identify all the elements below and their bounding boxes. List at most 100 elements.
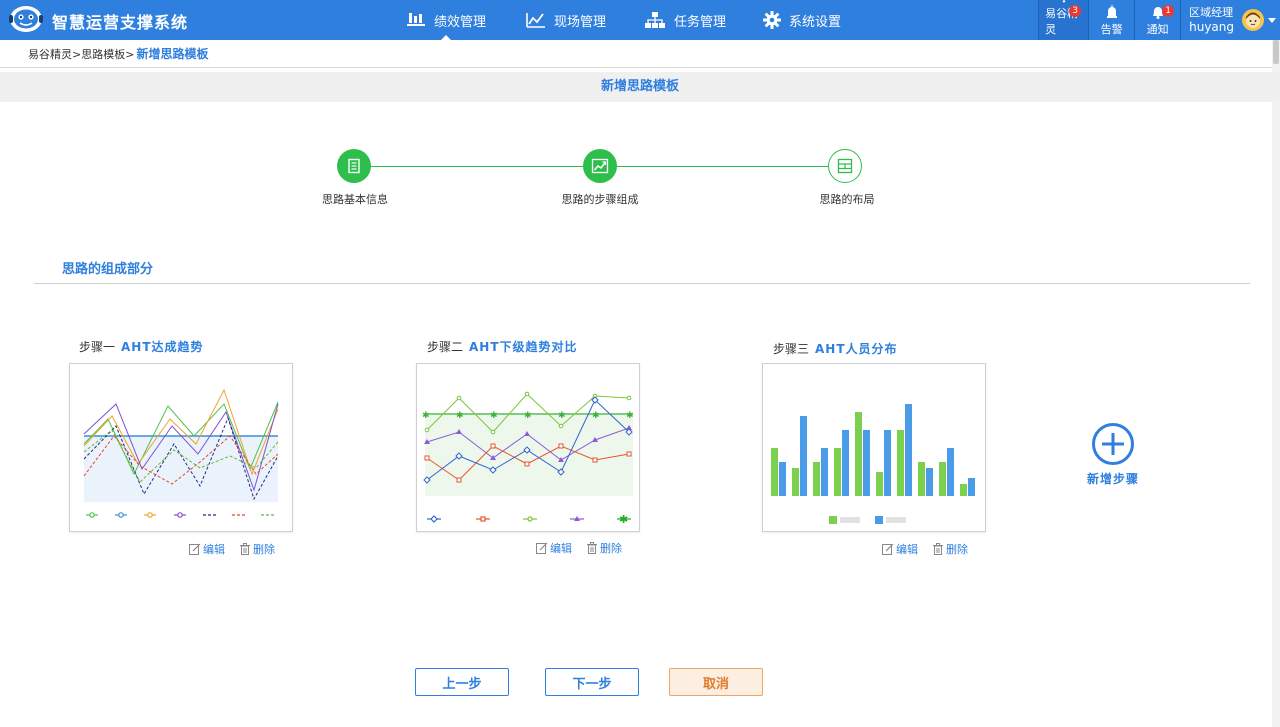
step-name: AHT人员分布 bbox=[815, 342, 898, 356]
svg-text:✱: ✱ bbox=[558, 411, 566, 421]
prev-button[interactable]: 上一步 bbox=[415, 668, 509, 696]
page-title: 新增思路模板 bbox=[0, 72, 1280, 102]
layout-icon bbox=[837, 158, 853, 174]
step-card-title: 步骤三 AHT人员分布 bbox=[773, 340, 898, 357]
edit-icon bbox=[189, 543, 201, 555]
nav-settings[interactable]: 系统设置 bbox=[763, 0, 841, 40]
bar-chart-thumbnail-icon bbox=[771, 404, 975, 524]
chat-icon bbox=[1062, 0, 1065, 3]
user-role: 区域经理 bbox=[1189, 6, 1234, 19]
step-card-title: 步骤二 AHT下级趋势对比 bbox=[427, 338, 578, 355]
chart-icon bbox=[526, 13, 545, 28]
trend-icon bbox=[591, 158, 609, 174]
line-chart-thumbnail-icon bbox=[83, 388, 279, 518]
step-card-title: 步骤一 AHT达成趋势 bbox=[79, 338, 204, 355]
step-card-actions: 编辑 删除 bbox=[536, 540, 622, 556]
step-name: AHT下级趋势对比 bbox=[469, 340, 578, 354]
tool-notify-label: 通知 bbox=[1146, 23, 1169, 36]
plus-circle-icon bbox=[1092, 423, 1134, 465]
trash-icon bbox=[933, 543, 943, 555]
section-title: 思路的组成部分 bbox=[62, 262, 154, 277]
step-card-thumbnail[interactable] bbox=[762, 363, 986, 532]
svg-text:✱: ✱ bbox=[592, 411, 600, 421]
svg-text:✱: ✱ bbox=[626, 411, 634, 421]
edit-icon bbox=[882, 543, 894, 555]
svg-text:✱: ✱ bbox=[619, 513, 628, 526]
cancel-button[interactable]: 取消 bbox=[669, 668, 763, 696]
next-button[interactable]: 下一步 bbox=[545, 668, 639, 696]
nav-tasks-label: 任务管理 bbox=[674, 14, 727, 30]
delete-label: 删除 bbox=[600, 542, 622, 555]
step-number: 步骤二 bbox=[427, 340, 464, 354]
step-card-thumbnail[interactable]: ✱ ✱ ✱ ✱ ✱ ✱ ✱ ✱ bbox=[416, 363, 640, 532]
trash-icon bbox=[240, 543, 250, 555]
step-number: 步骤三 bbox=[773, 342, 810, 356]
nav-settings-label: 系统设置 bbox=[789, 14, 842, 30]
performance-icon bbox=[407, 13, 425, 26]
tool-alarm-label: 告警 bbox=[1100, 23, 1123, 36]
step-name: AHT达成趋势 bbox=[121, 340, 204, 354]
breadcrumb-path[interactable]: 易谷精灵>思路模板> bbox=[28, 46, 134, 62]
step-basic-info bbox=[337, 149, 371, 183]
alarm-icon bbox=[1106, 5, 1117, 18]
multi-line-chart-thumbnail-icon: ✱ ✱ ✱ ✱ ✱ ✱ ✱ ✱ bbox=[422, 391, 634, 526]
nav-onsite[interactable]: 现场管理 bbox=[526, 0, 606, 40]
header-tools: 3 易谷精灵 告警 1 通知 区域经理 huyang bbox=[1038, 0, 1280, 40]
breadcrumb: 易谷精灵>思路模板> 新增思路模板 bbox=[0, 40, 1272, 68]
scrollbar-thumb[interactable] bbox=[1273, 40, 1279, 64]
wizard-stepper: 思路基本信息 思路的步骤组成 思路的布局 bbox=[0, 148, 1280, 218]
breadcrumb-current: 新增思路模板 bbox=[136, 47, 209, 61]
gear-icon bbox=[763, 11, 781, 29]
app-title: 智慧运营支撑系统 bbox=[52, 13, 189, 32]
edit-button[interactable]: 编辑 bbox=[536, 540, 572, 556]
user-name: huyang bbox=[1189, 20, 1234, 34]
top-bar: 智慧运营支撑系统 智慧运营支撑系统 绩效管理 现场管理 任务管理 系统设置 bbox=[0, 0, 1280, 40]
add-step-label: 新增步骤 bbox=[1086, 472, 1139, 486]
edit-label: 编辑 bbox=[203, 543, 225, 556]
nav-performance[interactable]: 绩效管理 bbox=[406, 0, 486, 40]
add-step-button[interactable]: 新增步骤 bbox=[1084, 422, 1142, 487]
edit-button[interactable]: 编辑 bbox=[882, 541, 918, 557]
trash-icon bbox=[587, 542, 597, 554]
stepper-connector bbox=[354, 166, 600, 167]
tool-notify[interactable]: 1 通知 bbox=[1134, 0, 1180, 40]
svg-text:✱: ✱ bbox=[456, 411, 464, 421]
assistant-badge: 3 bbox=[1069, 5, 1082, 17]
edit-label: 编辑 bbox=[896, 543, 918, 556]
chevron-down-icon[interactable] bbox=[1268, 17, 1276, 23]
edit-button[interactable]: 编辑 bbox=[189, 541, 225, 557]
step-card-actions: 编辑 删除 bbox=[882, 541, 968, 557]
step-composition-label: 思路的步骤组成 bbox=[561, 193, 639, 206]
nav-tasks[interactable]: 任务管理 bbox=[644, 0, 726, 40]
scrollbar[interactable] bbox=[1272, 40, 1280, 727]
step-card-thumbnail[interactable] bbox=[69, 363, 293, 532]
app-title-reflection: 智慧运营支撑系统 bbox=[52, 22, 188, 26]
delete-button[interactable]: 删除 bbox=[932, 541, 968, 557]
svg-text:✱: ✱ bbox=[422, 411, 430, 421]
nav-onsite-label: 现场管理 bbox=[554, 14, 607, 30]
step-layout-label: 思路的布局 bbox=[819, 193, 875, 206]
notify-badge: 1 bbox=[1162, 5, 1175, 17]
delete-label: 删除 bbox=[253, 543, 275, 556]
avatar bbox=[1242, 9, 1264, 31]
svg-text:✱: ✱ bbox=[490, 411, 498, 421]
edit-icon bbox=[536, 542, 548, 554]
delete-button[interactable]: 删除 bbox=[239, 541, 275, 557]
section-divider bbox=[34, 283, 1250, 284]
tool-assistant[interactable]: 3 易谷精灵 bbox=[1038, 0, 1089, 40]
stepper-connector bbox=[600, 166, 846, 167]
document-icon bbox=[348, 158, 360, 174]
tool-alarm[interactable]: 告警 bbox=[1088, 0, 1134, 40]
step-layout bbox=[828, 149, 862, 183]
nav-performance-label: 绩效管理 bbox=[434, 14, 487, 30]
delete-button[interactable]: 删除 bbox=[586, 540, 622, 556]
user-menu[interactable]: 区域经理 huyang bbox=[1180, 0, 1280, 40]
step-number: 步骤一 bbox=[79, 340, 116, 354]
avatar-face-icon bbox=[1246, 12, 1260, 28]
step-basic-info-label: 思路基本信息 bbox=[322, 193, 388, 206]
edit-label: 编辑 bbox=[550, 542, 572, 555]
app-logo-icon bbox=[9, 6, 43, 32]
svg-text:✱: ✱ bbox=[524, 411, 532, 421]
delete-label: 删除 bbox=[946, 543, 968, 556]
org-tree-icon bbox=[645, 12, 665, 28]
